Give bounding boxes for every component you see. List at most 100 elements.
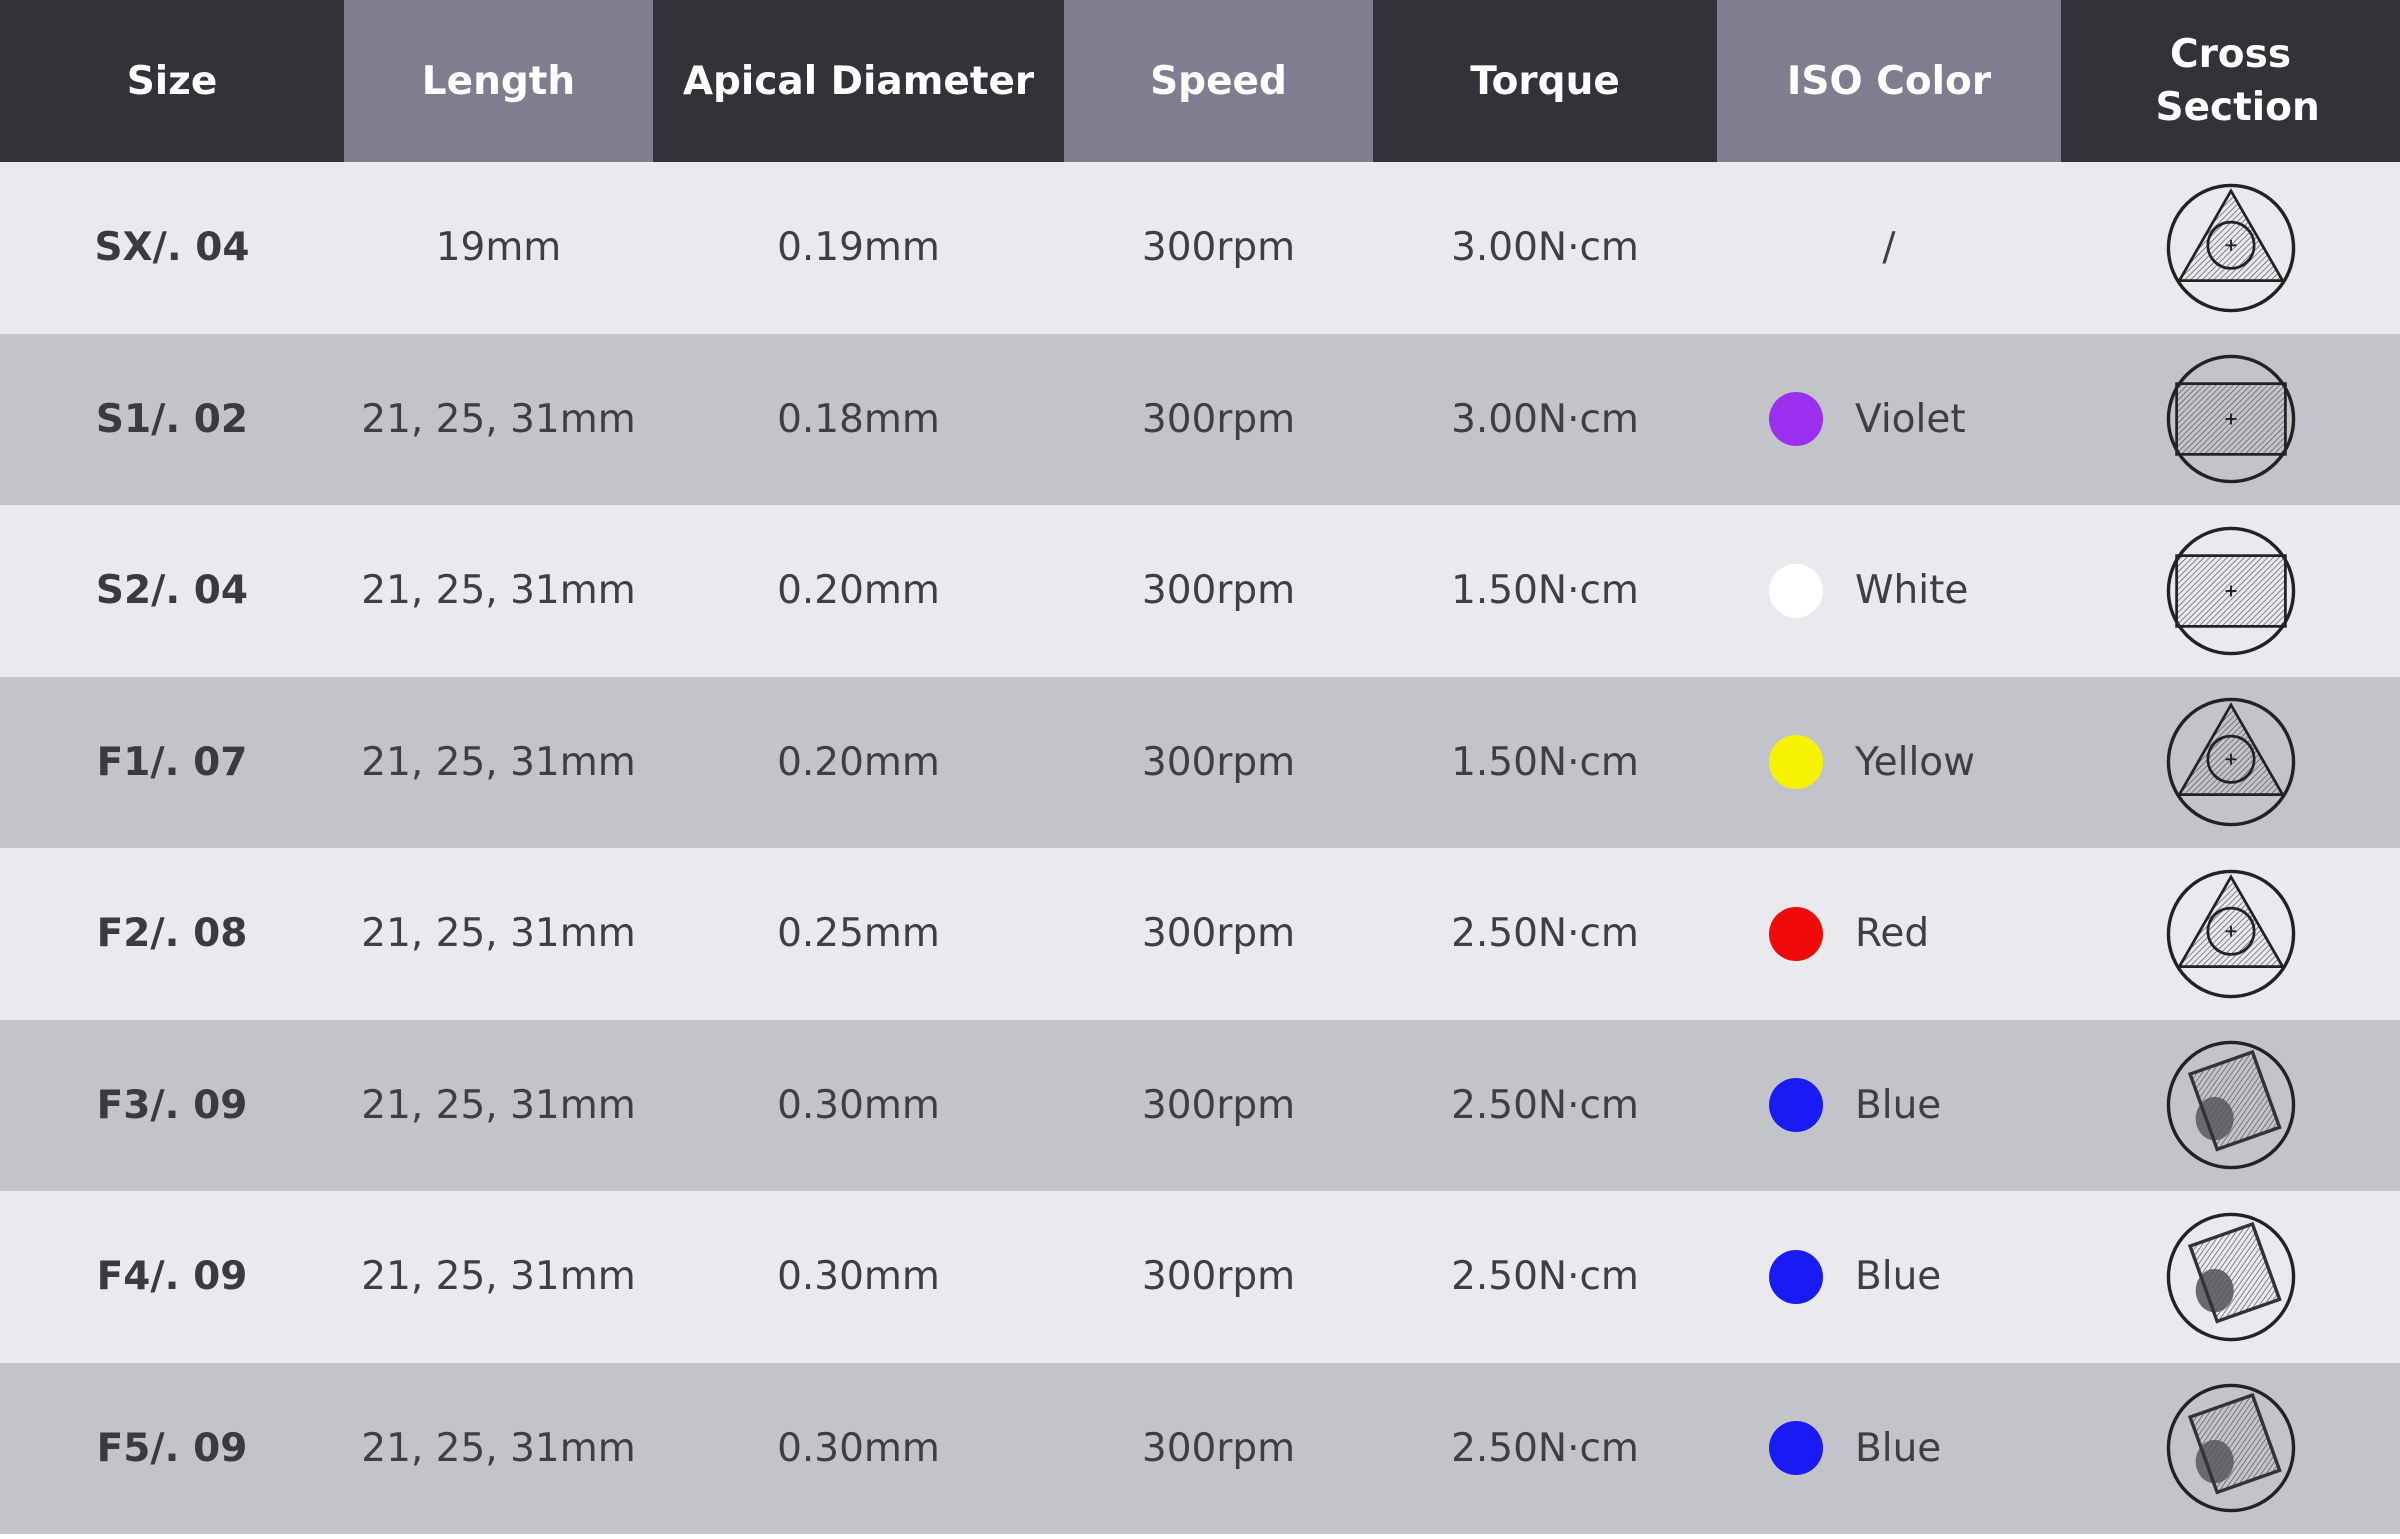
header-speed: Speed <box>1064 0 1373 162</box>
table-row: F5/. 09 21, 25, 31mm 0.30mm 300rpm 2.50N·cm B… <box>0 1362 2400 1535</box>
cell-speed: 300rpm <box>1141 1425 1296 1471</box>
iso-color-swatch <box>1769 1249 1823 1304</box>
cell-speed: 300rpm <box>1141 739 1296 785</box>
cell-apical-diameter: 0.18mm <box>777 396 940 442</box>
table-row: SX/. 04 19mm 0.19mm 300rpm 3.00N·cm / <box>0 162 2400 334</box>
cell-length: 21, 25, 31mm <box>361 1254 636 1300</box>
cell-speed: 300rpm <box>1141 396 1296 442</box>
cell-apical-diameter: 0.20mm <box>777 568 940 614</box>
iso-color-group: Violet <box>1769 392 2009 447</box>
iso-color-group: Red <box>1769 906 2009 961</box>
header-apical-diameter: Apical Diameter <box>653 0 1064 162</box>
cell-torque: 2.50N·cm <box>1451 1254 1639 1300</box>
cross-section-tilted-square-icon <box>2166 1212 2295 1342</box>
cell-size: F4/. 09 <box>96 1254 248 1300</box>
cell-size: SX/. 04 <box>94 225 250 271</box>
table-row: F4/. 09 21, 25, 31mm 0.30mm 300rpm 2.50N·cm B… <box>0 1191 2400 1363</box>
header-torque: Torque <box>1373 0 1717 162</box>
cell-apical-diameter: 0.30mm <box>777 1254 940 1300</box>
cross-section-tilted-square-icon <box>2166 1040 2295 1170</box>
iso-color-swatch <box>1769 563 1823 618</box>
cell-iso-color: Yellow <box>1717 677 2061 849</box>
cell-torque: 2.50N·cm <box>1451 1082 1639 1128</box>
cell-apical-diameter: 0.30mm <box>777 1082 940 1128</box>
cell-length: 21, 25, 31mm <box>361 739 636 785</box>
cell-size: S1/. 02 <box>95 396 249 442</box>
cell-apical-diameter: 0.30mm <box>777 1425 940 1471</box>
cell-iso-color: Blue <box>1717 1363 2061 1535</box>
cross-section-rectangle-icon <box>2166 354 2295 484</box>
cell-apical-diameter: 0.25mm <box>777 911 940 957</box>
cell-length: 19mm <box>435 225 562 271</box>
iso-color-swatch <box>1769 735 1823 790</box>
iso-color-name: Yellow <box>1855 739 1976 785</box>
cell-length: 21, 25, 31mm <box>361 1425 636 1471</box>
cell-torque: 2.50N·cm <box>1451 1425 1639 1471</box>
cross-section-rectangle-icon <box>2166 526 2295 656</box>
iso-color-name: Blue <box>1855 1254 1942 1300</box>
cell-speed: 300rpm <box>1141 1254 1296 1300</box>
cell-size: F5/. 09 <box>96 1425 248 1471</box>
cell-speed: 300rpm <box>1141 911 1296 957</box>
table-row: F3/. 09 21, 25, 31mm 0.30mm 300rpm 2.50N·cm B… <box>0 1019 2400 1192</box>
cell-size: F3/. 09 <box>96 1082 248 1128</box>
cell-iso-color: Red <box>1717 848 2061 1020</box>
cross-section-triangle-icon <box>2166 869 2295 999</box>
header-length: Length <box>344 0 653 162</box>
cell-cross-section <box>2061 848 2400 1020</box>
cell-cross-section <box>2061 1363 2400 1535</box>
cross-section-tilted-square-icon <box>2166 1383 2295 1513</box>
cell-cross-section <box>2061 505 2400 677</box>
iso-color-name: White <box>1855 568 1969 614</box>
cell-torque: 2.50N·cm <box>1451 911 1639 957</box>
table-row: S2/. 04 21, 25, 31mm 0.20mm 300rpm 1.50N·cm W… <box>0 505 2400 677</box>
header-iso-color: ISO Color <box>1717 0 2061 162</box>
cell-torque: 3.00N·cm <box>1451 225 1639 271</box>
iso-color-group: Blue <box>1769 1249 2009 1304</box>
iso-color-name: / <box>1882 225 1896 271</box>
iso-color-group: White <box>1769 563 2009 618</box>
cross-section-triangle-icon <box>2166 183 2295 313</box>
cell-length: 21, 25, 31mm <box>361 396 636 442</box>
cell-size: F1/. 07 <box>96 739 248 785</box>
cell-size: F2/. 08 <box>96 911 248 957</box>
file-spec-table: Size Length Apical Diameter Speed Torque… <box>0 0 2400 1539</box>
cell-length: 21, 25, 31mm <box>361 911 636 957</box>
iso-color-name: Violet <box>1855 396 1966 442</box>
cell-cross-section <box>2061 1020 2400 1192</box>
cell-speed: 300rpm <box>1141 225 1296 271</box>
cell-apical-diameter: 0.19mm <box>777 225 940 271</box>
cell-iso-color: Blue <box>1717 1191 2061 1363</box>
header-cross-section: Cross Section <box>2061 0 2400 162</box>
iso-color-group: Blue <box>1769 1078 2009 1133</box>
cell-torque: 1.50N·cm <box>1451 568 1639 614</box>
cell-cross-section <box>2061 1191 2400 1363</box>
cell-cross-section <box>2061 334 2400 506</box>
iso-color-name: Red <box>1855 911 1930 957</box>
header-row: Size Length Apical Diameter Speed Torque… <box>0 0 2400 162</box>
table-row: F1/. 07 21, 25, 31mm 0.20mm 300rpm 1.50N·cm Y… <box>0 676 2400 849</box>
cell-torque: 3.00N·cm <box>1451 396 1639 442</box>
table-row: S1/. 02 21, 25, 31mm 0.18mm 300rpm 3.00N·cm V… <box>0 333 2400 506</box>
cell-iso-color: Violet <box>1717 334 2061 506</box>
cross-section-triangle-icon <box>2166 697 2295 827</box>
cell-length: 21, 25, 31mm <box>361 1082 636 1128</box>
iso-color-name: Blue <box>1855 1425 1942 1471</box>
cell-size: S2/. 04 <box>95 568 249 614</box>
iso-color-group: Yellow <box>1769 735 2009 790</box>
header-cross-section-label: Cross Section <box>2155 32 2320 130</box>
iso-color-group: Blue <box>1769 1421 2009 1476</box>
cell-cross-section <box>2061 677 2400 849</box>
header-size: Size <box>0 0 344 162</box>
iso-color-swatch <box>1769 392 1823 447</box>
cell-cross-section <box>2061 162 2400 334</box>
cell-length: 21, 25, 31mm <box>361 568 636 614</box>
cell-speed: 300rpm <box>1141 1082 1296 1128</box>
cell-torque: 1.50N·cm <box>1451 739 1639 785</box>
iso-color-swatch <box>1769 906 1823 961</box>
cell-apical-diameter: 0.20mm <box>777 739 940 785</box>
table-row: F2/. 08 21, 25, 31mm 0.25mm 300rpm 2.50N·cm R… <box>0 848 2400 1020</box>
iso-color-swatch <box>1769 1421 1823 1476</box>
cell-iso-color: Blue <box>1717 1020 2061 1192</box>
iso-color-group: / <box>1769 225 2009 270</box>
